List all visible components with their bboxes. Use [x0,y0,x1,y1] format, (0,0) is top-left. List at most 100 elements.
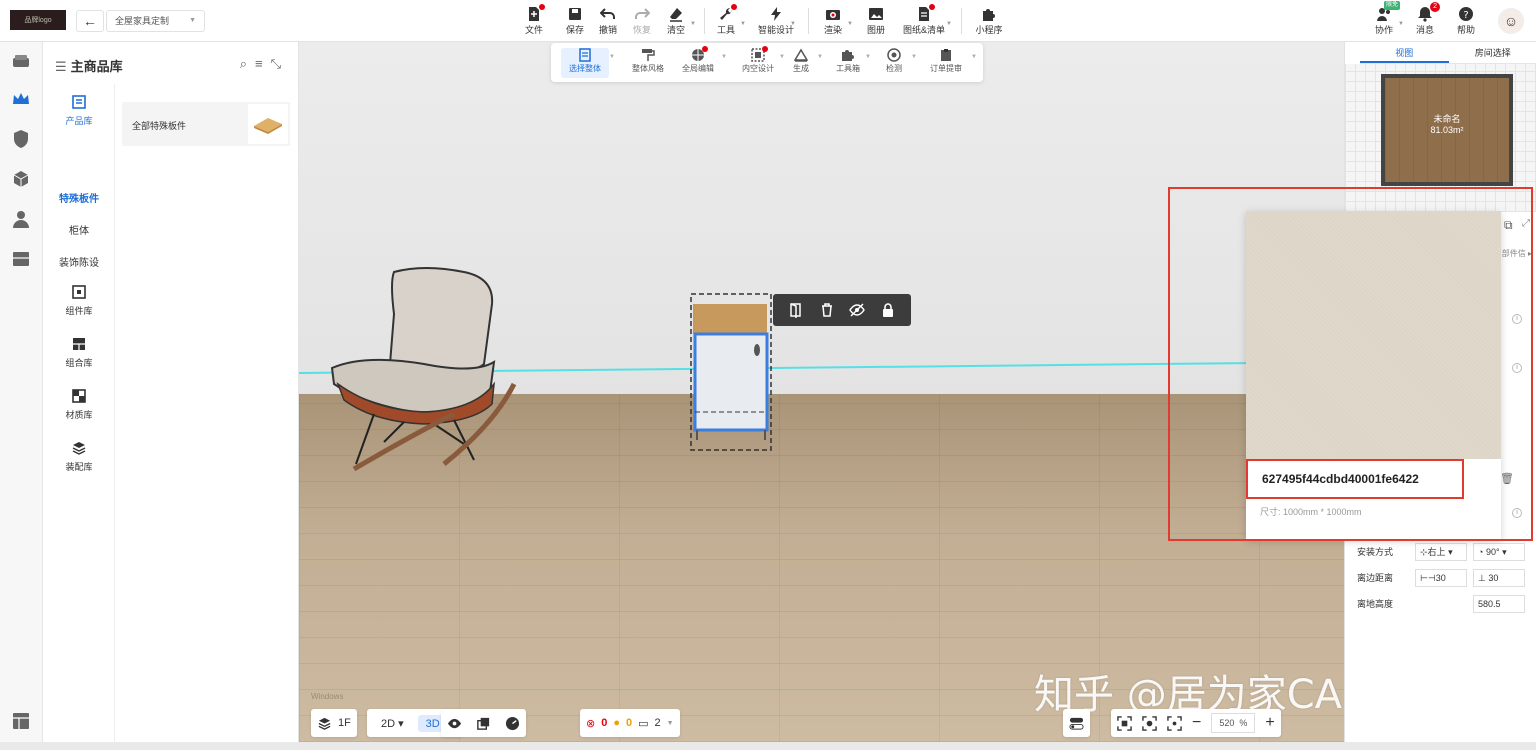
settings-toggle[interactable] [1063,709,1090,737]
global-edit-button[interactable]: 全局编辑 ▼ [675,46,727,74]
paint-roller-icon [641,48,655,62]
status-counters[interactable]: ⊗ 0 ● 0 ▭ 2 ▼ [580,709,680,737]
camera-icon [825,6,841,22]
rocking-chair-model[interactable] [324,264,524,476]
gallery-button[interactable]: 图册 [856,5,896,39]
height-from-floor-label: 离地高度 [1357,599,1394,609]
list-item[interactable]: 全部特殊板件 [122,102,290,146]
messages-button[interactable]: 2 消息 [1405,2,1445,39]
tab-view[interactable]: 视图 [1360,42,1449,63]
mini-program-button[interactable]: 小程序 [969,5,1009,39]
toggle-icon [1069,717,1084,730]
project-name: 全屋家具定制 [115,16,170,26]
gallery-label: 图册 [866,25,885,35]
search-icon[interactable]: ⌕ [240,56,255,71]
category-product-lib[interactable]: 产品库 [43,94,115,127]
avatar[interactable]: ☺ [1498,8,1524,34]
rail-cabinet-button[interactable] [10,248,32,270]
filter-icon[interactable]: ≡ [255,56,271,71]
overall-style-button[interactable]: 整体风格 [625,48,671,74]
tab-room-select[interactable]: 房间选择 [1449,42,1536,63]
room-block[interactable]: 未命名 81.03m² [1381,74,1513,186]
rail-badge-button[interactable] [10,128,32,150]
context-toolbar: 选择整体 ▼ 整体风格 全局编辑 ▼ 内空设计 ▼ 生成 ▼ 工具箱 ▼ 检测 … [551,43,983,82]
category-material-lib[interactable]: 材质库 [43,388,115,421]
project-select[interactable]: 全屋家具定制 ▼ [106,10,205,32]
interior-design-button[interactable]: 内空设计 ▼ [735,46,785,74]
height-from-floor-input[interactable]: 580.5 [1473,595,1525,613]
eye-off-icon[interactable] [849,302,866,318]
category-assembly-lib[interactable]: 装配库 [43,440,115,473]
gauge-icon[interactable] [505,716,520,731]
install-method-select[interactable]: ⊹右上 ▾ [1415,543,1467,561]
ruler-icon [793,48,809,62]
category-component-lib[interactable]: 组件库 [43,284,115,317]
sofa-icon [13,55,29,67]
zoom-input[interactable]: 520 % [1211,713,1256,733]
focus-icon[interactable] [1167,715,1182,731]
save-icon [567,6,583,22]
tools-button[interactable]: 工具 ▼ [706,4,746,39]
product-lib-icon [72,95,86,109]
collaborate-button[interactable]: 限免 协作 ▼ [1364,1,1404,39]
generate-button[interactable]: 生成 ▼ [779,48,823,74]
rail-catalog-button[interactable] [10,88,32,110]
category-label: 装配库 [65,462,93,472]
rail-user-button[interactable] [10,208,32,230]
floor-selector[interactable]: 1F [311,709,357,737]
category-label: 组件库 [65,306,93,316]
free-badge: 限免 [1383,1,1400,10]
item-count: 2 [654,717,661,729]
select-whole-button[interactable]: 选择整体 ▼ [561,48,615,78]
trash-icon[interactable] [819,302,835,318]
room-area: 81.03m² [1430,125,1464,135]
eye-icon[interactable] [447,716,462,731]
user-icon [13,211,29,228]
mode-2d-button[interactable]: 2D ▾ [373,715,412,732]
zoom-in-button[interactable]: + [1265,714,1274,732]
rail-model-button[interactable] [10,168,32,190]
category-decor[interactable]: 装饰陈设 [43,254,115,269]
object-toolbar [773,294,911,326]
lock-icon[interactable] [880,302,896,318]
category-label: 产品库 [65,116,93,126]
angle-select[interactable]: ◔ 90° ▾ [1473,543,1525,561]
library-panel: ☰ 主商品库 ⌕≡⤡ 产品库 特殊板件 柜体 装饰陈设 组件库 组合库 材质库 装… [43,42,299,742]
file-button[interactable]: 文件 [514,4,554,39]
floor-label: 1F [338,717,351,729]
generate-label: 生成 [793,64,809,73]
zoom-out-button[interactable]: − [1192,714,1201,732]
category-special-board[interactable]: 特殊板件 [43,190,115,205]
back-button[interactable]: ← [76,10,104,32]
copy-icon[interactable] [476,716,491,731]
left-rail [0,42,43,742]
category-combo-lib[interactable]: 组合库 [43,336,115,369]
rail-home-button[interactable] [10,50,32,72]
toolbox-button[interactable]: 工具箱 ▼ [825,48,871,74]
select-whole-label: 选择整体 [569,64,601,73]
fit-view-icon[interactable] [1117,715,1132,731]
help-button[interactable]: ? 帮助 [1446,5,1486,39]
select-icon [578,48,592,62]
library-title: 主商品库 [70,59,123,74]
smart-design-button[interactable]: 智能设计 ▼ [756,5,796,39]
clear-button[interactable]: 清空 ▼ [656,5,696,39]
render-button[interactable]: 渲染 ▼ [813,5,853,39]
check-button[interactable]: 检测 ▼ [871,48,917,74]
edge-y-input[interactable]: ⊥ 30 [1473,569,1525,587]
edge-x-input[interactable]: ⊢⊣30 [1415,569,1467,587]
collapse-icon[interactable]: ⤡ [271,56,289,71]
category-cabinet[interactable]: 柜体 [43,222,115,237]
interior-design-label: 内空设计 [742,64,774,73]
door-icon[interactable] [788,302,804,318]
chevron-down-icon: ▼ [189,17,196,24]
toolbox-label: 工具箱 [836,64,860,73]
undo-icon [599,6,616,22]
rail-layout-button[interactable] [10,710,32,732]
drawings-button[interactable]: 图纸&清单 ▼ [902,4,952,39]
view-tools [441,709,526,737]
help-icon: ? [1458,6,1474,22]
camera-view-icon[interactable] [1142,715,1157,731]
order-review-button[interactable]: 订单提审 ▼ [921,48,977,74]
cabinet-model[interactable] [685,292,775,454]
